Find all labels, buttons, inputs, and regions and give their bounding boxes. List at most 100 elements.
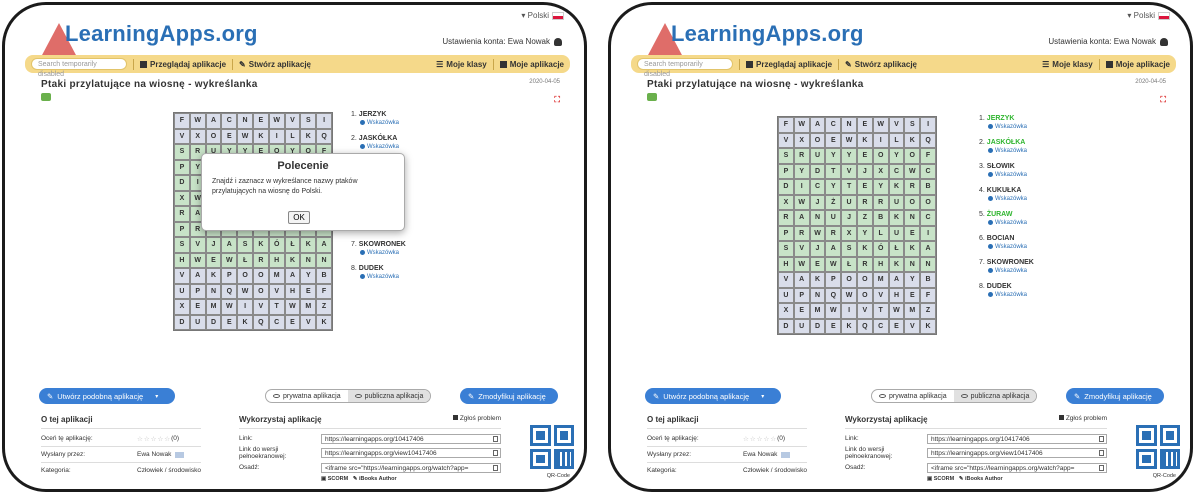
grid-cell[interactable]: O	[841, 272, 857, 288]
grid-cell[interactable]: K	[809, 272, 826, 288]
copy-icon[interactable]	[493, 435, 498, 442]
grid-cell[interactable]: I	[268, 128, 285, 144]
grid-cell[interactable]: A	[888, 272, 905, 288]
grid-cell[interactable]: B	[920, 179, 936, 195]
grid-cell[interactable]: W	[284, 299, 301, 315]
grid-cell[interactable]: A	[793, 210, 810, 226]
grid-cell[interactable]: I	[316, 113, 332, 129]
grid-cell[interactable]: W	[221, 299, 238, 315]
grid-cell[interactable]: M	[872, 272, 889, 288]
grid-cell[interactable]: X	[174, 190, 190, 206]
grid-cell[interactable]: N	[841, 117, 857, 133]
grid-cell[interactable]: O	[872, 148, 889, 164]
grid-cell[interactable]: J	[809, 194, 826, 210]
grid-cell[interactable]: V	[793, 241, 810, 257]
grid-cell[interactable]: W	[793, 117, 810, 133]
embed-field[interactable]: <iframe src="https://learningapps.org/wa…	[927, 462, 1107, 473]
grid-cell[interactable]: V	[268, 283, 285, 299]
hint-link[interactable]: Wskazówka	[988, 244, 1034, 250]
grid-cell[interactable]: Z	[856, 210, 873, 226]
grid-cell[interactable]: A	[284, 268, 301, 284]
grid-cell[interactable]: E	[221, 128, 238, 144]
grid-cell[interactable]: A	[316, 237, 332, 253]
grid-cell[interactable]: W	[825, 303, 842, 319]
grid-cell[interactable]: V	[841, 163, 857, 179]
grid-cell[interactable]: E	[793, 303, 810, 319]
grid-cell[interactable]: U	[888, 194, 905, 210]
fullscreen-icon[interactable]: ⛶	[1160, 95, 1166, 105]
grid-cell[interactable]: K	[205, 268, 222, 284]
my-classes-button[interactable]: ☰ Moje klasy	[436, 60, 487, 69]
grid-cell[interactable]: C	[920, 210, 936, 226]
copy-icon[interactable]	[493, 450, 498, 456]
grid-cell[interactable]: E	[205, 252, 222, 268]
grid-cell[interactable]: K	[284, 252, 301, 268]
private-option[interactable]: prywatna aplikacja	[266, 390, 348, 402]
report-problem-link[interactable]: Zgłoś problem	[1058, 415, 1107, 422]
browse-apps-button[interactable]: Przeglądaj aplikacje	[746, 60, 832, 69]
grid-cell[interactable]: E	[189, 299, 206, 315]
grid-cell[interactable]: H	[778, 256, 794, 272]
grid-cell[interactable]: V	[174, 128, 190, 144]
grid-cell[interactable]: I	[841, 303, 857, 319]
grid-cell[interactable]: D	[809, 163, 826, 179]
grid-cell[interactable]: K	[237, 314, 253, 330]
grid-cell[interactable]: W	[825, 256, 842, 272]
dialog-ok-button[interactable]: OK	[288, 211, 310, 224]
grid-cell[interactable]: D	[809, 318, 826, 334]
grid-cell[interactable]: W	[268, 113, 285, 129]
grid-cell[interactable]: R	[856, 256, 873, 272]
grid-cell[interactable]: C	[920, 163, 936, 179]
search-input[interactable]: Search temporarily disabled	[31, 58, 127, 78]
language-select[interactable]: ▾ Polski	[521, 11, 564, 20]
grid-cell[interactable]: R	[252, 252, 269, 268]
grid-cell[interactable]: V	[778, 272, 794, 288]
grid-cell[interactable]: D	[778, 179, 794, 195]
mail-icon[interactable]	[175, 451, 185, 458]
grid-cell[interactable]: Z	[920, 303, 936, 319]
grid-cell[interactable]: Y	[300, 268, 317, 284]
hint-link[interactable]: Wskazówka	[988, 172, 1034, 178]
hint-link[interactable]: Wskazówka	[360, 274, 406, 280]
grid-cell[interactable]: E	[856, 148, 873, 164]
scorm-link[interactable]: ▣ SCORM	[321, 476, 348, 482]
grid-cell[interactable]: S	[174, 237, 190, 253]
grid-cell[interactable]: V	[300, 314, 317, 330]
grid-cell[interactable]: A	[920, 241, 936, 257]
grid-cell[interactable]: A	[825, 241, 842, 257]
grid-cell[interactable]: E	[825, 318, 842, 334]
grid-cell[interactable]: O	[205, 128, 222, 144]
grid-cell[interactable]: O	[856, 272, 873, 288]
grid-cell[interactable]: R	[793, 225, 810, 241]
grid-cell[interactable]: T	[268, 299, 285, 315]
grid-cell[interactable]: O	[856, 287, 873, 303]
grid-cell[interactable]: X	[841, 225, 857, 241]
grid-cell[interactable]: R	[778, 210, 794, 226]
grid-cell[interactable]: Ó	[872, 241, 889, 257]
grid-cell[interactable]: P	[174, 159, 190, 175]
grid-cell[interactable]: U	[841, 194, 857, 210]
grid-cell[interactable]: H	[174, 252, 190, 268]
search-input[interactable]: Search temporarily disabled	[637, 58, 733, 78]
grid-cell[interactable]: P	[778, 225, 794, 241]
author-name[interactable]: Ewa Nowak	[137, 451, 171, 458]
grid-cell[interactable]: P	[825, 272, 842, 288]
mail-icon[interactable]	[781, 451, 791, 458]
grid-cell[interactable]: S	[778, 148, 794, 164]
my-classes-button[interactable]: ☰ Moje klasy	[1042, 60, 1093, 69]
grid-cell[interactable]: K	[252, 128, 269, 144]
grid-cell[interactable]: S	[904, 117, 921, 133]
grid-cell[interactable]: Q	[316, 128, 332, 144]
grid-cell[interactable]: F	[778, 117, 794, 133]
copy-icon[interactable]	[493, 464, 498, 471]
scorm-link[interactable]: ▣ SCORM	[927, 476, 954, 482]
grid-cell[interactable]: Y	[793, 163, 810, 179]
grid-cell[interactable]: E	[300, 283, 317, 299]
grid-cell[interactable]: M	[205, 299, 222, 315]
grid-cell[interactable]: A	[205, 113, 222, 129]
grid-cell[interactable]: V	[778, 132, 794, 148]
grid-cell[interactable]: U	[888, 225, 905, 241]
grid-cell[interactable]: P	[221, 268, 238, 284]
grid-cell[interactable]: W	[793, 256, 810, 272]
grid-cell[interactable]: B	[920, 272, 936, 288]
